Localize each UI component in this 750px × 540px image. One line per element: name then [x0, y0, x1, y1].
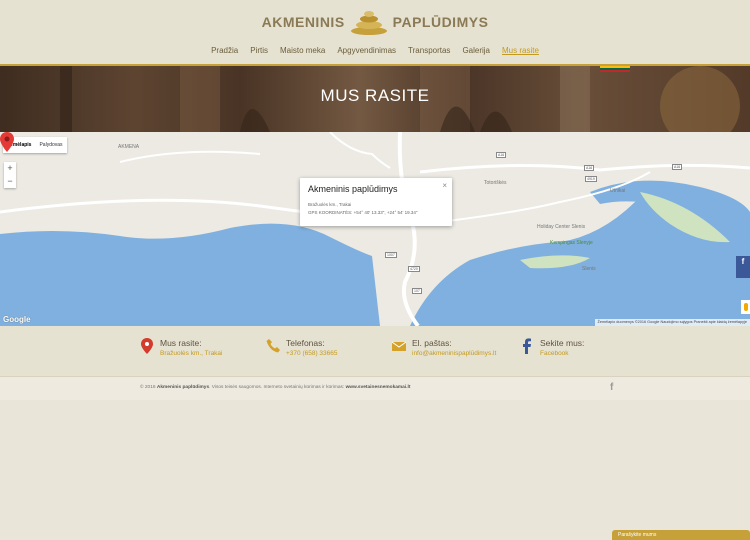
nav-item-mus-rasite[interactable]: Mus rasite — [496, 46, 545, 55]
road-shield: A16 — [584, 165, 595, 171]
zoom-out-button[interactable]: − — [4, 175, 16, 188]
nav-item-galerija[interactable]: Galerija — [456, 46, 496, 55]
zoom-control: + − — [4, 162, 16, 188]
nav-item-pradzia[interactable]: Pradžia — [205, 46, 244, 55]
map-info-window: × Akmeninis paplūdimys Bražuolės km., Tr… — [300, 178, 452, 226]
nav-item-transportas[interactable]: Transportas — [402, 46, 456, 55]
facebook-icon — [523, 338, 531, 354]
map-attribution[interactable]: Žemėlapio duomenys ©2016 Google Naudojim… — [594, 319, 750, 326]
envelope-icon — [392, 341, 406, 351]
contact-social: Sekite mus: Facebook — [520, 338, 584, 360]
map-label-holiday-center: Holiday Center Slenis — [537, 224, 586, 230]
page-banner: MUS RASITE — [0, 66, 750, 132]
map-marker-icon — [141, 338, 153, 354]
site-footer: © 2016 Akmeninis paplūdimys. Visos teisė… — [0, 376, 750, 400]
road-shield: 4919 — [585, 176, 597, 182]
close-icon[interactable]: × — [442, 181, 447, 190]
page-title: MUS RASITE — [320, 86, 430, 105]
info-coordinates: GPS KOORDINATĖS: +54° 40' 13.33", +24° 5… — [308, 210, 418, 215]
street-view-pegman-icon[interactable] — [741, 300, 750, 314]
map-label-akmena: AKMENA — [118, 144, 140, 150]
road-shield: 4720 — [408, 266, 420, 272]
copyright-rights: . Visos teisės saugomos. Internetо sveta… — [209, 385, 346, 390]
map-label-totoriskes: Totoriškės — [484, 180, 507, 186]
road-shield: A16 — [672, 164, 683, 170]
road-shield: A16 — [496, 152, 507, 158]
site-logo[interactable]: AKMENINIS PAPLŪDIMYS — [0, 8, 750, 36]
contact-phone-value[interactable]: +370 (658) 33665 — [286, 348, 338, 360]
road-shield: 1007 — [385, 252, 397, 258]
map-canvas — [0, 132, 750, 326]
logo-word-left: AKMENINIS — [261, 14, 345, 30]
contact-address-value: Bražuolės km., Trakai — [160, 350, 223, 357]
google-logo[interactable]: Google — [3, 315, 31, 324]
stone-stack-icon — [350, 11, 387, 35]
chat-widget-tab[interactable]: Parašykite mums — [612, 530, 750, 540]
main-nav: Pradžia Pirtis Maisto meka Apgyvendinima… — [0, 46, 750, 55]
page-background — [0, 400, 750, 540]
map-label-slenis: Slenis — [582, 266, 596, 272]
nav-item-pirtis[interactable]: Pirtis — [244, 46, 274, 55]
copyright-text: © 2016 Akmeninis paplūdimys. Visos teisė… — [140, 385, 410, 390]
map-label-utnikai: Utnikai — [610, 188, 626, 194]
contact-email: El. paštas: info@akmeninispaplūdimys.lt — [392, 338, 496, 360]
contact-phone: Telefonas: +370 (658) 33665 — [266, 338, 338, 360]
phone-icon — [266, 339, 280, 353]
contact-email-title: El. paštas: — [412, 338, 452, 348]
contact-address-title: Mus rasite: — [160, 338, 202, 348]
google-map[interactable]: Žemėlapis Palydovas + − AKMENA Totoriškė… — [0, 132, 750, 326]
contact-address: Mus rasite: Bražuolės km., Trakai — [140, 338, 223, 360]
facebook-side-icon[interactable]: f — [736, 256, 750, 278]
contact-phone-title: Telefonas: — [286, 338, 325, 348]
nav-item-apgyvendinimas[interactable]: Apgyvendinimas — [331, 46, 402, 55]
map-marker-icon[interactable] — [0, 132, 14, 152]
copyright-year: © 2016 — [140, 385, 156, 390]
logo-word-right: PAPLŪDIMYS — [392, 14, 489, 30]
footer-maker-link[interactable]: www.svetainesnemokamai.lt — [346, 385, 411, 390]
contact-social-title: Sekite mus: — [540, 338, 585, 348]
info-address: Bražuolės km., Trakai — [308, 202, 352, 207]
map-type-satellite[interactable]: Palydovas — [35, 137, 66, 153]
info-title: Akmeninis paplūdimys — [308, 184, 398, 194]
copyright-brand: Akmeninis paplūdimys — [156, 385, 210, 390]
contacts-strip: Mus rasite: Bražuolės km., Trakai Telefo… — [0, 326, 750, 376]
contact-email-value[interactable]: info@akmeninispaplūdimys.lt — [412, 348, 496, 360]
site-header: AKMENINIS PAPLŪDIMYS Pradžia Pirtis Mais… — [0, 0, 750, 66]
nav-item-maisto-meka[interactable]: Maisto meka — [274, 46, 331, 55]
map-label-kempingas: Kempingas Slenyje — [550, 240, 593, 246]
facebook-footer-icon[interactable]: f — [610, 382, 613, 393]
road-shield: 107 — [412, 288, 422, 294]
contact-social-value[interactable]: Facebook — [540, 348, 584, 360]
flag-icon[interactable] — [600, 66, 630, 72]
zoom-in-button[interactable]: + — [4, 162, 16, 175]
